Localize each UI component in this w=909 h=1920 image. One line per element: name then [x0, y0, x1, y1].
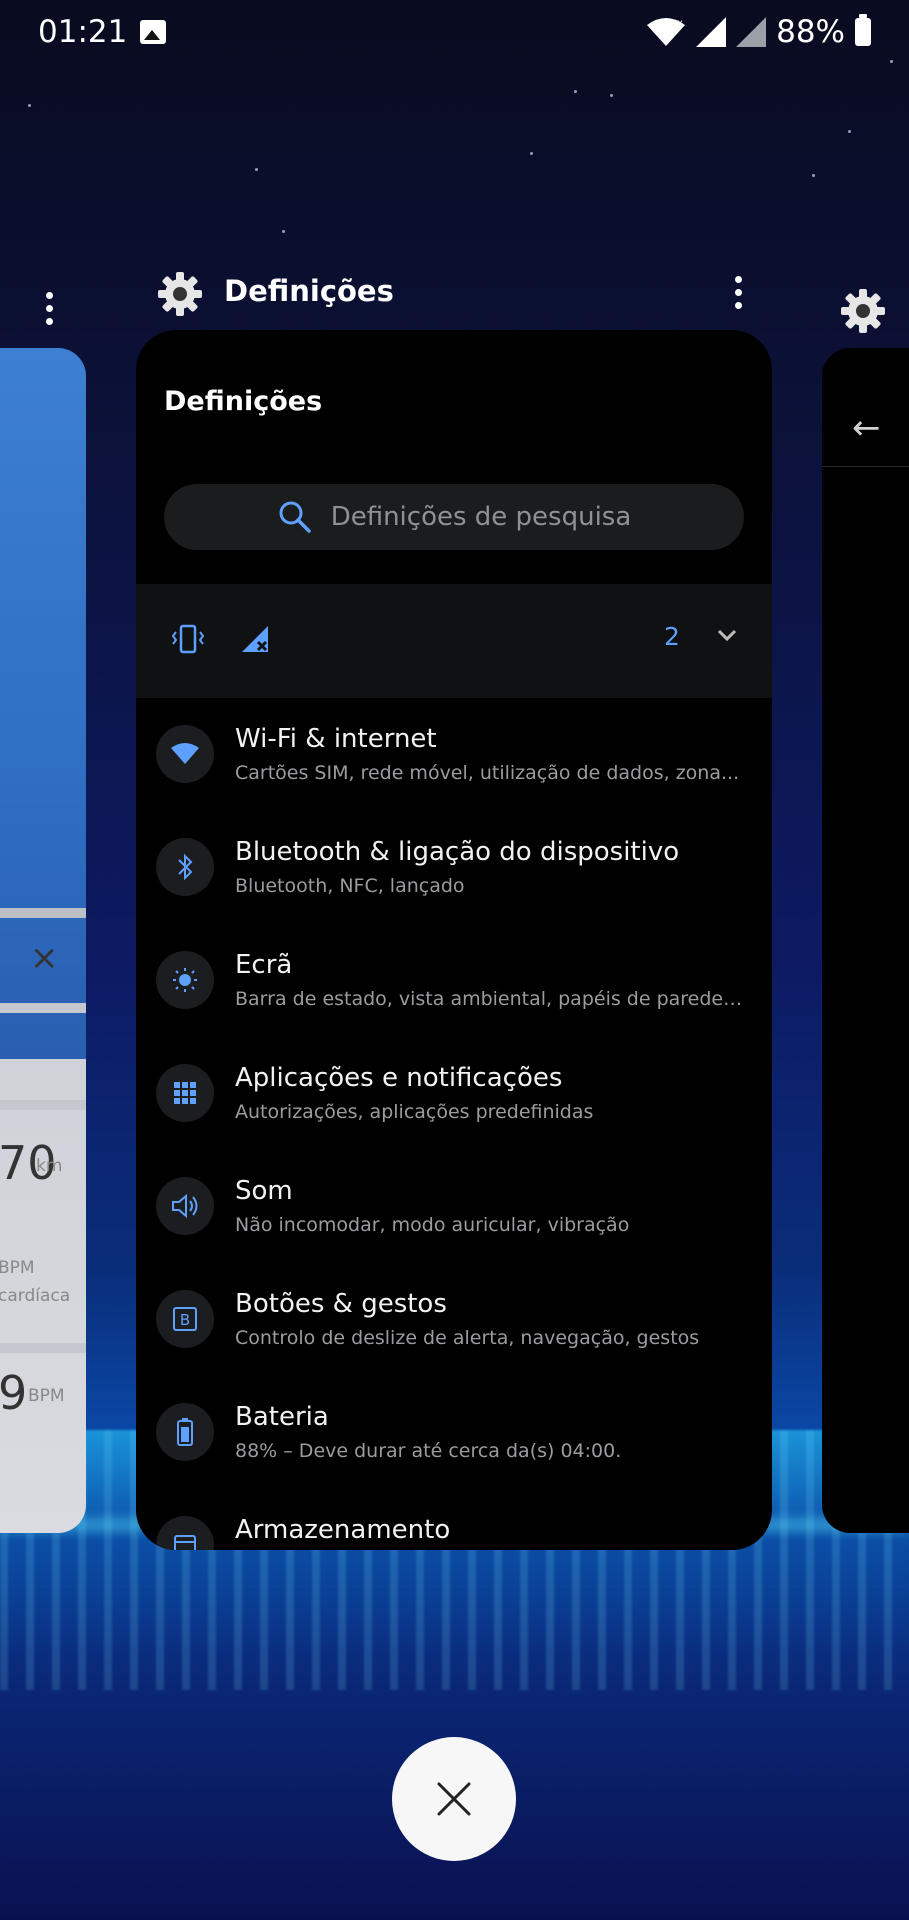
- item-title: Bateria: [235, 1402, 329, 1432]
- item-subtitle: Bluetooth, NFC, lançado: [235, 875, 465, 897]
- wifi-icon: x: [647, 18, 686, 46]
- item-title: Botões & gestos: [235, 1289, 447, 1319]
- svg-text:B: B: [180, 1311, 190, 1329]
- card-menu-icon[interactable]: [733, 276, 743, 315]
- heart-rate-label: cardíaca: [0, 1286, 71, 1306]
- wifi-icon: [156, 725, 214, 783]
- settings-item-battery[interactable]: Bateria 88% – Deve durar até cerca da(s)…: [136, 1376, 772, 1489]
- recent-app-card-right[interactable]: ←: [822, 348, 909, 1533]
- item-title: Aplicações e notificações: [235, 1063, 563, 1093]
- battery-percent: 88%: [776, 14, 845, 50]
- settings-item-display[interactable]: Ecrã Barra de estado, vista ambiental, p…: [136, 924, 772, 1037]
- search-placeholder: Definições de pesquisa: [330, 502, 632, 532]
- svg-text:x: x: [677, 18, 683, 29]
- back-arrow-icon[interactable]: ←: [852, 408, 881, 448]
- item-subtitle: Cartões SIM, rede móvel, utilização de d…: [235, 762, 740, 784]
- item-subtitle: Não incomodar, modo auricular, vibração: [235, 1214, 630, 1236]
- settings-item-sound[interactable]: Som Não incomodar, modo auricular, vibra…: [136, 1150, 772, 1263]
- bluetooth-icon: [156, 838, 214, 896]
- speaker-icon: [156, 1177, 214, 1235]
- conditions-count: 2: [664, 622, 680, 651]
- app-name: Definições: [224, 274, 394, 308]
- brightness-icon: [156, 951, 214, 1009]
- settings-item-storage[interactable]: Armazenamento: [136, 1489, 772, 1550]
- settings-item-apps[interactable]: Aplicações e notificações Autorizações, …: [136, 1037, 772, 1150]
- conditions-bar[interactable]: 2: [136, 584, 772, 698]
- settings-item-bluetooth[interactable]: Bluetooth & ligação do dispositivo Bluet…: [136, 811, 772, 924]
- battery-icon: [855, 14, 871, 46]
- left-card-menu-icon[interactable]: [44, 292, 54, 331]
- search-icon: [279, 501, 311, 533]
- settings-list: Wi-Fi & internet Cartões SIM, rede móvel…: [136, 698, 772, 1550]
- item-subtitle: 88% – Deve durar até cerca da(s) 04:00.: [235, 1440, 622, 1462]
- item-subtitle: Autorizações, aplicações predefinidas: [235, 1101, 594, 1123]
- signal-secondary-icon: [736, 17, 767, 47]
- apps-grid-icon: [156, 1064, 214, 1122]
- item-title: Wi-Fi & internet: [235, 724, 437, 754]
- item-title: Bluetooth & ligação do dispositivo: [235, 837, 680, 867]
- close-icon: [437, 1782, 471, 1816]
- button-b-icon: B: [156, 1290, 214, 1348]
- item-title: Ecrã: [235, 950, 293, 980]
- item-title: Armazenamento: [235, 1515, 451, 1545]
- recent-app-card-left[interactable]: × 70 km BPM cardíaca 9 BPM: [0, 348, 86, 1533]
- settings-item-wifi[interactable]: Wi-Fi & internet Cartões SIM, rede móvel…: [136, 698, 772, 811]
- clear-all-button[interactable]: [392, 1737, 516, 1861]
- distance-unit: km: [36, 1156, 63, 1176]
- search-input[interactable]: Definições de pesquisa: [164, 484, 744, 550]
- page-title: Definições: [164, 386, 323, 417]
- battery-icon: [156, 1403, 214, 1461]
- item-subtitle: Barra de estado, vista ambiental, papéis…: [235, 988, 745, 1010]
- settings-item-buttons-gestures[interactable]: B Botões & gestos Controlo de deslize de…: [136, 1263, 772, 1376]
- vibrate-icon: [171, 624, 205, 654]
- storage-icon: [156, 1516, 214, 1550]
- gallery-notification-icon: [140, 20, 166, 44]
- bpm-label: BPM: [0, 1258, 35, 1278]
- gear-icon: [841, 289, 885, 333]
- status-bar: 01:21 x 88%: [0, 0, 909, 70]
- signal-icon: [696, 17, 727, 47]
- status-time: 01:21: [38, 14, 128, 50]
- no-signal-icon: [242, 626, 268, 652]
- chevron-down-icon[interactable]: [714, 622, 740, 648]
- settings-app-icon: [158, 272, 202, 316]
- bpm-unit: BPM: [28, 1386, 65, 1406]
- recent-app-card-settings[interactable]: Definições Definições de pesquisa 2 Wi-F…: [136, 330, 772, 1550]
- close-icon[interactable]: ×: [30, 938, 59, 978]
- item-title: Som: [235, 1176, 293, 1206]
- bpm-value: 9: [0, 1366, 28, 1420]
- item-subtitle: Controlo de deslize de alerta, navegação…: [235, 1327, 700, 1349]
